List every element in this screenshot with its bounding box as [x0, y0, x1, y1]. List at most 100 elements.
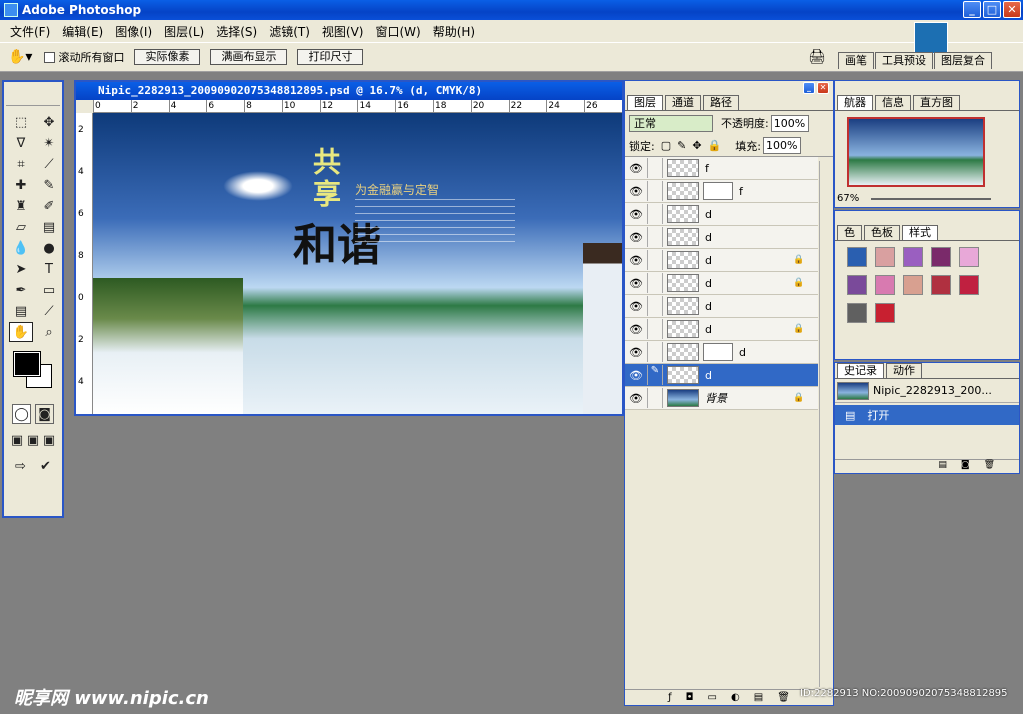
layer-link-cell[interactable]	[647, 319, 663, 339]
layer-link-cell[interactable]	[647, 181, 663, 201]
print-size-button[interactable]: 打印尺寸	[297, 49, 364, 65]
eyedropper-tool-icon[interactable]: ⟋	[37, 301, 61, 321]
visibility-eye-icon[interactable]: 👁	[625, 392, 647, 405]
close-button[interactable]: ✕	[1003, 1, 1021, 18]
delete-layer-icon[interactable]: 🗑	[777, 692, 790, 703]
visibility-eye-icon[interactable]: 👁	[625, 254, 647, 267]
style-swatch[interactable]	[903, 275, 923, 295]
menu-view[interactable]: 视图(V)	[316, 23, 370, 40]
menu-help[interactable]: 帮助(H)	[427, 23, 481, 40]
file-browser-icon[interactable]: 🖨	[808, 49, 826, 65]
layer-link-cell[interactable]	[647, 273, 663, 293]
marquee-tool-icon[interactable]: ⬚	[9, 112, 33, 132]
style-swatch[interactable]	[959, 247, 979, 267]
jump-to-imageready-icon[interactable]: ⇨	[10, 456, 31, 476]
maximize-button[interactable]: □	[983, 1, 1001, 18]
tab-styles[interactable]: 样式	[902, 225, 938, 240]
style-swatch[interactable]	[875, 247, 895, 267]
layer-row[interactable]: 👁 d 🔒	[625, 272, 818, 295]
tab-paths[interactable]: 路径	[703, 95, 739, 110]
layer-row[interactable]: 👁 d	[625, 226, 818, 249]
layer-row[interactable]: 👁 背景 🔒	[625, 387, 818, 410]
delete-state-icon[interactable]: 🗑	[984, 460, 995, 473]
history-snapshot[interactable]: Nipic_2282913_200...	[835, 379, 1019, 403]
tab-histogram[interactable]: 直方图	[913, 95, 960, 110]
layers-panel-close[interactable]: ✕	[817, 82, 829, 94]
shape-tool-icon[interactable]: ▭	[37, 280, 61, 300]
style-swatch[interactable]	[875, 303, 895, 323]
layer-row[interactable]: 👁 d	[625, 295, 818, 318]
visibility-eye-icon[interactable]: 👁	[625, 277, 647, 290]
tab-navigator[interactable]: 航器	[837, 95, 873, 110]
gradient-tool-icon[interactable]: ▤	[37, 217, 61, 237]
fill-input[interactable]: 100%	[762, 137, 801, 154]
layer-row[interactable]: 👁 f	[625, 157, 818, 180]
layer-link-cell[interactable]	[647, 296, 663, 316]
tab-color[interactable]: 色	[837, 225, 862, 240]
style-swatch[interactable]	[875, 275, 895, 295]
actual-pixels-button[interactable]: 实际像素	[134, 49, 201, 65]
lock-image-icon[interactable]: ✎	[677, 139, 686, 152]
style-swatch[interactable]	[931, 247, 951, 267]
palette-tab-brushes[interactable]: 画笔	[838, 52, 874, 69]
eraser-tool-icon[interactable]: ▱	[9, 217, 33, 237]
standard-screen-icon[interactable]: ▣	[10, 430, 24, 450]
blur-tool-icon[interactable]: 💧	[9, 238, 33, 258]
pen-tool-icon[interactable]: ✒	[9, 280, 33, 300]
style-swatch[interactable]	[847, 275, 867, 295]
path-selection-tool-icon[interactable]: ➤	[9, 259, 33, 279]
new-group-icon[interactable]: ▭	[708, 692, 717, 703]
visibility-eye-icon[interactable]: 👁	[625, 346, 647, 359]
layers-panel-minimize[interactable]: _	[803, 82, 815, 94]
visibility-eye-icon[interactable]: 👁	[625, 208, 647, 221]
brush-tool-icon[interactable]: ✎	[37, 175, 61, 195]
layer-row[interactable]: 👁 d 🔒	[625, 249, 818, 272]
layer-style-icon[interactable]: ƒ	[668, 692, 672, 703]
navigator-zoom-slider[interactable]	[871, 197, 992, 200]
layer-mask-thumbnail[interactable]	[703, 182, 733, 200]
tab-actions[interactable]: 动作	[886, 363, 922, 378]
new-layer-icon[interactable]: ▤	[754, 692, 763, 703]
new-document-icon[interactable]: ▤	[938, 460, 947, 473]
menu-edit[interactable]: 编辑(E)	[56, 23, 109, 40]
layer-link-cell[interactable]: ✎	[647, 365, 663, 385]
tab-info[interactable]: 信息	[875, 95, 911, 110]
visibility-eye-icon[interactable]: 👁	[625, 323, 647, 336]
layer-link-cell[interactable]	[647, 250, 663, 270]
menu-file[interactable]: 文件(F)	[4, 23, 56, 40]
minimize-button[interactable]: _	[963, 1, 981, 18]
visibility-eye-icon[interactable]: 👁	[625, 300, 647, 313]
hand-tool-icon[interactable]: ✋▾	[8, 49, 32, 65]
style-swatch[interactable]	[847, 247, 867, 267]
layer-row[interactable]: 👁 ✎ d	[625, 364, 818, 387]
fit-on-screen-button[interactable]: 满画布显示	[210, 49, 288, 65]
visibility-eye-icon[interactable]: 👁	[625, 185, 647, 198]
jump-check-icon[interactable]: ✔	[35, 456, 56, 476]
healing-brush-tool-icon[interactable]: ✚	[9, 175, 33, 195]
layer-row[interactable]: 👁 d 🔒	[625, 318, 818, 341]
layer-link-cell[interactable]	[647, 388, 663, 408]
history-brush-tool-icon[interactable]: ✐	[37, 196, 61, 216]
scroll-all-windows-checkbox[interactable]: 滚动所有窗口	[44, 49, 124, 65]
layer-link-cell[interactable]	[647, 204, 663, 224]
magic-wand-tool-icon[interactable]: ✴	[37, 133, 61, 153]
add-mask-icon[interactable]: ◘	[686, 692, 694, 703]
blend-mode-select[interactable]: 正常	[629, 114, 713, 132]
menu-image[interactable]: 图像(I)	[109, 23, 158, 40]
menu-select[interactable]: 选择(S)	[210, 23, 263, 40]
crop-tool-icon[interactable]: ⌗	[9, 154, 33, 174]
standard-mode-icon[interactable]: ◯	[12, 404, 31, 424]
style-swatch[interactable]	[959, 275, 979, 295]
layer-link-cell[interactable]	[647, 158, 663, 178]
visibility-eye-icon[interactable]: 👁	[625, 231, 647, 244]
navigator-zoom[interactable]: 67%	[837, 193, 859, 204]
quick-mask-mode-icon[interactable]: ◙	[35, 404, 54, 424]
palette-tab-tool-presets[interactable]: 工具预设	[875, 52, 933, 69]
move-tool-icon[interactable]: ✥	[37, 112, 61, 132]
type-tool-icon[interactable]: T	[37, 259, 61, 279]
lock-position-icon[interactable]: ✥	[692, 139, 701, 152]
layer-row[interactable]: 👁 f	[625, 180, 818, 203]
layers-scrollbar[interactable]	[819, 161, 833, 687]
layer-link-cell[interactable]	[647, 342, 663, 362]
layer-row[interactable]: 👁 d	[625, 341, 818, 364]
